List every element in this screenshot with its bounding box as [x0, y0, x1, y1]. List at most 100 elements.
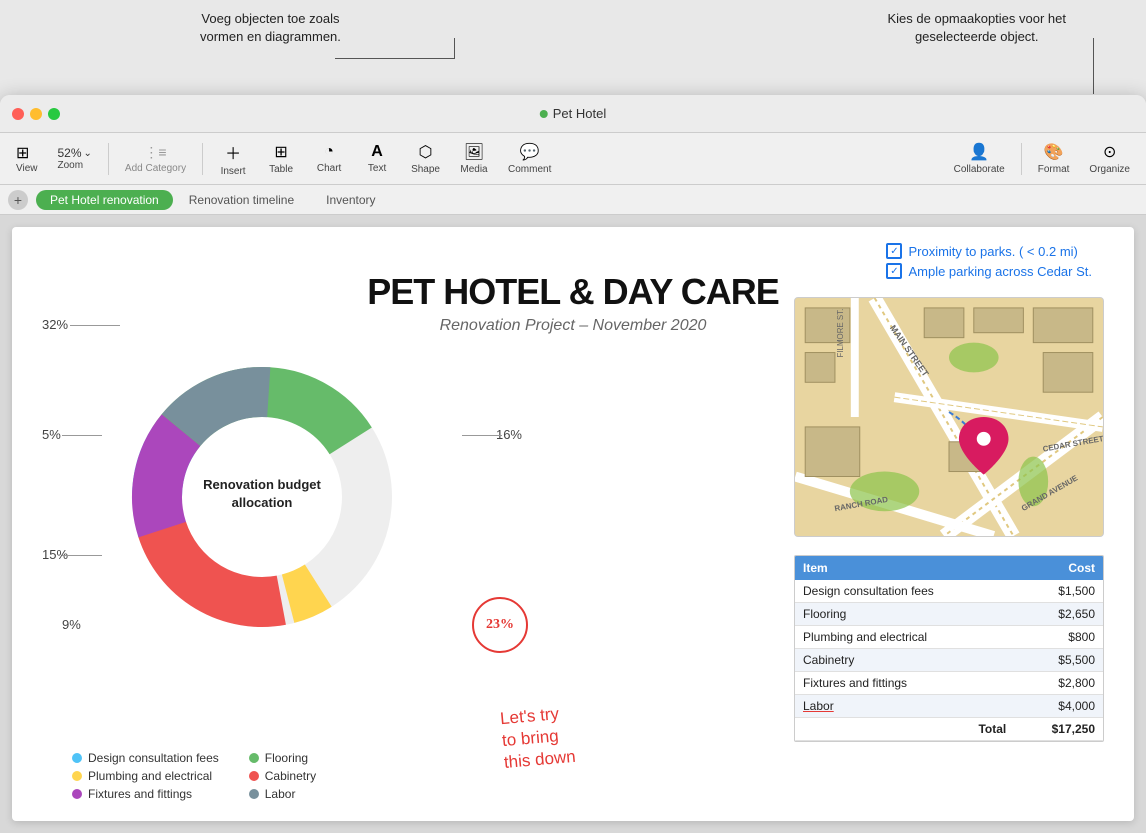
- chart-label-5: 5%: [42, 427, 61, 442]
- checkbox-1: ✓: [886, 243, 902, 259]
- row-item-labor: Labor: [795, 695, 1014, 718]
- legend-item-flooring: Flooring: [249, 751, 316, 765]
- minimize-button[interactable]: [30, 108, 42, 120]
- toolbar-item-comment[interactable]: 💬 Comment: [500, 138, 559, 179]
- row-cost-labor: $4,000: [1014, 695, 1103, 718]
- toolbar-item-collaborate[interactable]: 👤 Collaborate: [946, 138, 1013, 179]
- svg-text:FILMORE ST.: FILMORE ST.: [836, 309, 845, 358]
- shape-icon: ⬡: [419, 142, 433, 162]
- row-item-fixtures: Fixtures and fittings: [795, 672, 1014, 695]
- tooltip-line-2: [454, 38, 455, 58]
- toolbar-item-shape[interactable]: ⬡ Shape: [403, 138, 448, 179]
- donut-chart-area: Renovation budget allocation 32% 5% 15% …: [42, 307, 522, 821]
- toolbar-item-table[interactable]: ⊞ Table: [259, 138, 303, 179]
- table-row: Design consultation fees $1,500: [795, 580, 1103, 603]
- map-note-1: ✓ Proximity to parks. ( < 0.2 mi): [886, 243, 1092, 259]
- label-line-15: [62, 555, 102, 556]
- legend-item-fixtures: Fixtures and fittings: [72, 787, 219, 801]
- legend-color-labor: [249, 789, 259, 799]
- legend-color-plumbing: [72, 771, 82, 781]
- toolbar-item-media[interactable]: 🖼 Media: [452, 138, 496, 179]
- toolbar-item-chart[interactable]: ◔ Chart: [307, 139, 351, 178]
- annotation-handwrite: Let's tryto bringthis down: [499, 702, 576, 774]
- tab-renovation-timeline[interactable]: Renovation timeline: [173, 189, 310, 211]
- table-header-row: Item Cost: [795, 556, 1103, 580]
- legend-item-cabinetry: Cabinetry: [249, 769, 316, 783]
- fullscreen-button[interactable]: [48, 108, 60, 120]
- legend-color-cabinetry: [249, 771, 259, 781]
- toolbar-item-organize[interactable]: ⊙ Organize: [1081, 138, 1138, 179]
- close-button[interactable]: [12, 108, 24, 120]
- collaborate-icon: 👤: [969, 142, 989, 162]
- tooltip-line-1: [335, 58, 455, 59]
- map-area: MAIN STREET CEDAR STREET GRAND AVENUE RA…: [794, 297, 1104, 537]
- table-row-labor: Labor $4,000: [795, 695, 1103, 718]
- label-line-32: [70, 325, 120, 326]
- legend-item-plumbing: Plumbing and electrical: [72, 769, 219, 783]
- table-total-row: Total $17,250: [795, 718, 1103, 741]
- toolbar-item-view[interactable]: ⊞ View: [8, 139, 46, 178]
- tab-pet-hotel-renovation[interactable]: Pet Hotel renovation: [36, 190, 173, 210]
- app-window: Pet Hotel ⊞ View 52% ⌄ Zoom ⋮≡ Add Categ…: [0, 95, 1146, 833]
- svg-text:allocation: allocation: [232, 495, 293, 510]
- checkbox-2: ✓: [886, 263, 902, 279]
- data-table: Item Cost Design consultation fees $1,50…: [794, 555, 1104, 742]
- label-line-5: [62, 435, 102, 436]
- row-cost-plumbing: $800: [1014, 626, 1103, 649]
- row-cost-design: $1,500: [1014, 580, 1103, 603]
- legend-item-design: Design consultation fees: [72, 751, 219, 765]
- tooltip-area: Voeg objecten toe zoalsvormen en diagram…: [0, 0, 1146, 95]
- view-icon: ⊞: [16, 143, 29, 163]
- row-item-design: Design consultation fees: [795, 580, 1014, 603]
- annotation-circle-23: 23%: [472, 597, 528, 653]
- row-item-flooring: Flooring: [795, 603, 1014, 626]
- chart-label-9: 9%: [62, 617, 81, 632]
- legend-color-design: [72, 753, 82, 763]
- toolbar-item-format[interactable]: 🎨 Format: [1030, 138, 1078, 179]
- tabs-bar: + Pet Hotel renovation Renovation timeli…: [0, 185, 1146, 215]
- cost-table: Item Cost Design consultation fees $1,50…: [795, 556, 1103, 741]
- add-tab-button[interactable]: +: [8, 190, 28, 210]
- tab-inventory[interactable]: Inventory: [310, 189, 391, 211]
- row-cost-fixtures: $2,800: [1014, 672, 1103, 695]
- canvas: PET HOTEL & DAY CARE Renovation Project …: [12, 227, 1134, 821]
- legend-column-2: Flooring Cabinetry Labor: [249, 751, 316, 801]
- text-icon: A: [371, 143, 383, 161]
- toolbar-separator-1: [108, 143, 109, 175]
- total-value: $17,250: [1014, 718, 1103, 741]
- map-notes: ✓ Proximity to parks. ( < 0.2 mi) ✓ Ampl…: [886, 243, 1092, 283]
- toolbar-separator-2: [202, 143, 203, 175]
- col-header-cost: Cost: [1014, 556, 1103, 580]
- chart-icon: ◔: [324, 143, 334, 161]
- titlebar: Pet Hotel: [0, 95, 1146, 133]
- label-line-16: [462, 435, 502, 436]
- toolbar-item-zoom[interactable]: 52% ⌄ Zoom: [50, 142, 100, 175]
- row-cost-flooring: $2,650: [1014, 603, 1103, 626]
- donut-chart-svg: Renovation budget allocation: [92, 327, 432, 667]
- svg-text:Renovation budget: Renovation budget: [203, 477, 321, 492]
- row-cost-cabinetry: $5,500: [1014, 649, 1103, 672]
- legend-item-labor: Labor: [249, 787, 316, 801]
- table-row: Flooring $2,650: [795, 603, 1103, 626]
- zoom-caret-icon: ⌄: [84, 148, 92, 159]
- chart-label-32: 32%: [42, 317, 68, 332]
- toolbar-item-insert[interactable]: ＋ Insert: [211, 136, 255, 181]
- tooltip-right: Kies de opmaakopties voor hetgeselecteer…: [888, 10, 1067, 46]
- map-svg: MAIN STREET CEDAR STREET GRAND AVENUE RA…: [795, 298, 1103, 536]
- table-icon: ⊞: [274, 142, 287, 162]
- toolbar-separator-3: [1021, 143, 1022, 175]
- map-note-2: ✓ Ample parking across Cedar St.: [886, 263, 1092, 279]
- window-title: Pet Hotel: [540, 106, 606, 121]
- toolbar-item-text[interactable]: A Text: [355, 139, 399, 178]
- tooltip-line-3: [1093, 38, 1094, 94]
- title-dot-icon: [540, 110, 548, 118]
- insert-icon: ＋: [225, 140, 241, 164]
- toolbar-item-add-category[interactable]: ⋮≡ Add Category: [117, 140, 194, 178]
- toolbar: ⊞ View 52% ⌄ Zoom ⋮≡ Add Category ＋ Inse…: [0, 133, 1146, 185]
- traffic-lights: [12, 108, 60, 120]
- row-item-plumbing: Plumbing and electrical: [795, 626, 1014, 649]
- row-item-cabinetry: Cabinetry: [795, 649, 1014, 672]
- add-category-icon: ⋮≡: [144, 144, 166, 161]
- legend-color-fixtures: [72, 789, 82, 799]
- chart-legend: Design consultation fees Plumbing and el…: [72, 751, 316, 801]
